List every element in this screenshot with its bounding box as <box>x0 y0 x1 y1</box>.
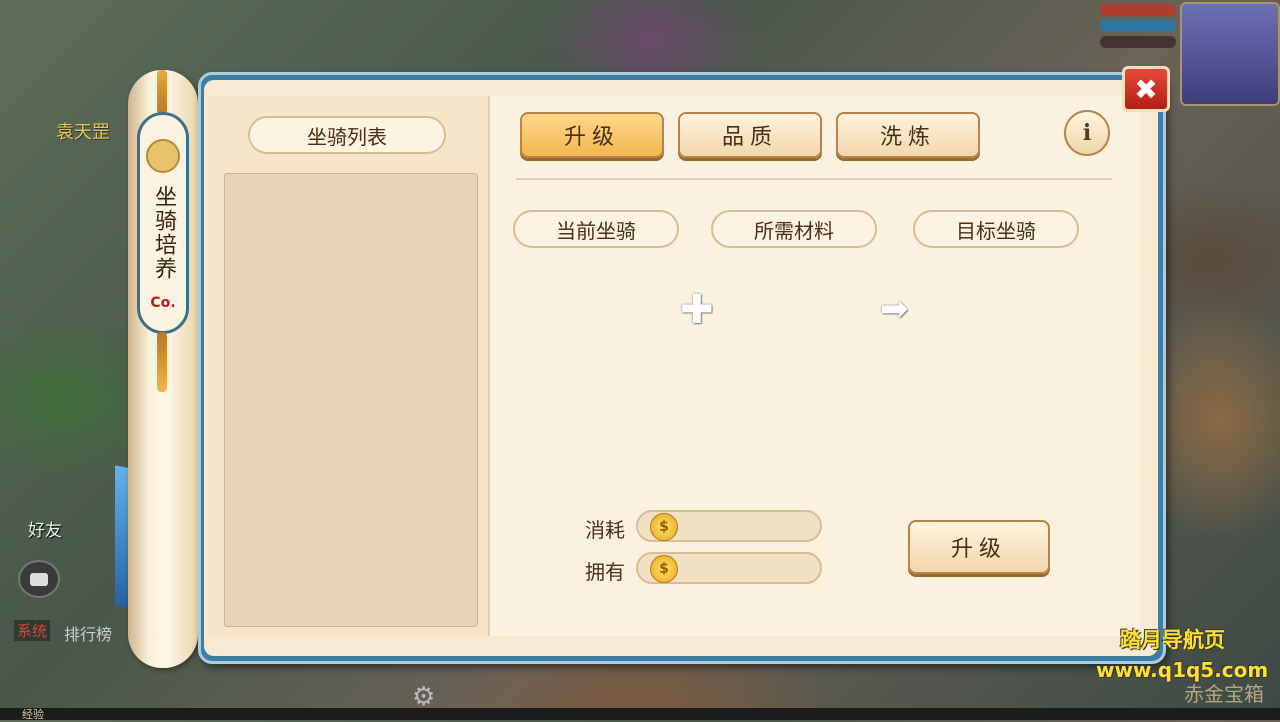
owned-label: 拥有 <box>585 560 625 584</box>
mount-list-title: 坐骑列表 <box>248 116 446 154</box>
tab-quality[interactable]: 品质 <box>678 112 822 158</box>
info-icon[interactable]: i <box>1064 110 1110 156</box>
chat-button[interactable] <box>18 560 60 598</box>
ranking-link[interactable]: 排行榜 <box>64 621 112 645</box>
gold-coin-icon: $ <box>650 513 678 541</box>
target-mount-label: 目标坐骑 <box>913 210 1079 248</box>
close-button[interactable]: ✖ <box>1122 66 1170 112</box>
close-icon: ✖ <box>1134 72 1158 106</box>
chat-icon <box>30 572 48 586</box>
arrow-right-icon: ➡ <box>880 289 909 329</box>
mp-bar <box>1100 20 1176 32</box>
player-avatar[interactable] <box>1180 2 1280 106</box>
mount-list[interactable] <box>224 173 478 627</box>
scroll-title: 坐骑培养 <box>151 185 176 281</box>
gold-coin-icon: $ <box>650 555 678 583</box>
brand-logo: Co. <box>150 295 176 311</box>
current-mount-label: 当前坐骑 <box>513 210 679 248</box>
npc-name-label: 袁天罡 <box>56 122 110 143</box>
plus-icon: ✚ <box>680 287 714 333</box>
emblem-icon <box>146 139 180 173</box>
tab-refine[interactable]: 洗炼 <box>836 112 980 158</box>
tab-upgrade[interactable]: 升级 <box>520 112 664 158</box>
tassel-top <box>157 70 167 114</box>
hp-bar <box>1100 4 1176 16</box>
system-channel-tag: 系统 <box>14 620 51 641</box>
cost-label: 消耗 <box>585 518 625 542</box>
energy-bar <box>1100 36 1176 48</box>
watermark-title: 踏月导航页 <box>1120 628 1225 652</box>
friends-button[interactable]: 好友 <box>28 516 62 541</box>
scroll-title-tag: 坐骑培养 Co. <box>137 112 189 334</box>
divider <box>516 178 1112 180</box>
tassel-bottom <box>157 332 167 392</box>
experience-bar <box>0 708 1280 720</box>
upgrade-button[interactable]: 升级 <box>908 520 1050 574</box>
required-materials-label: 所需材料 <box>711 210 877 248</box>
treasure-chest-label: 赤金宝箱 <box>1184 682 1264 706</box>
